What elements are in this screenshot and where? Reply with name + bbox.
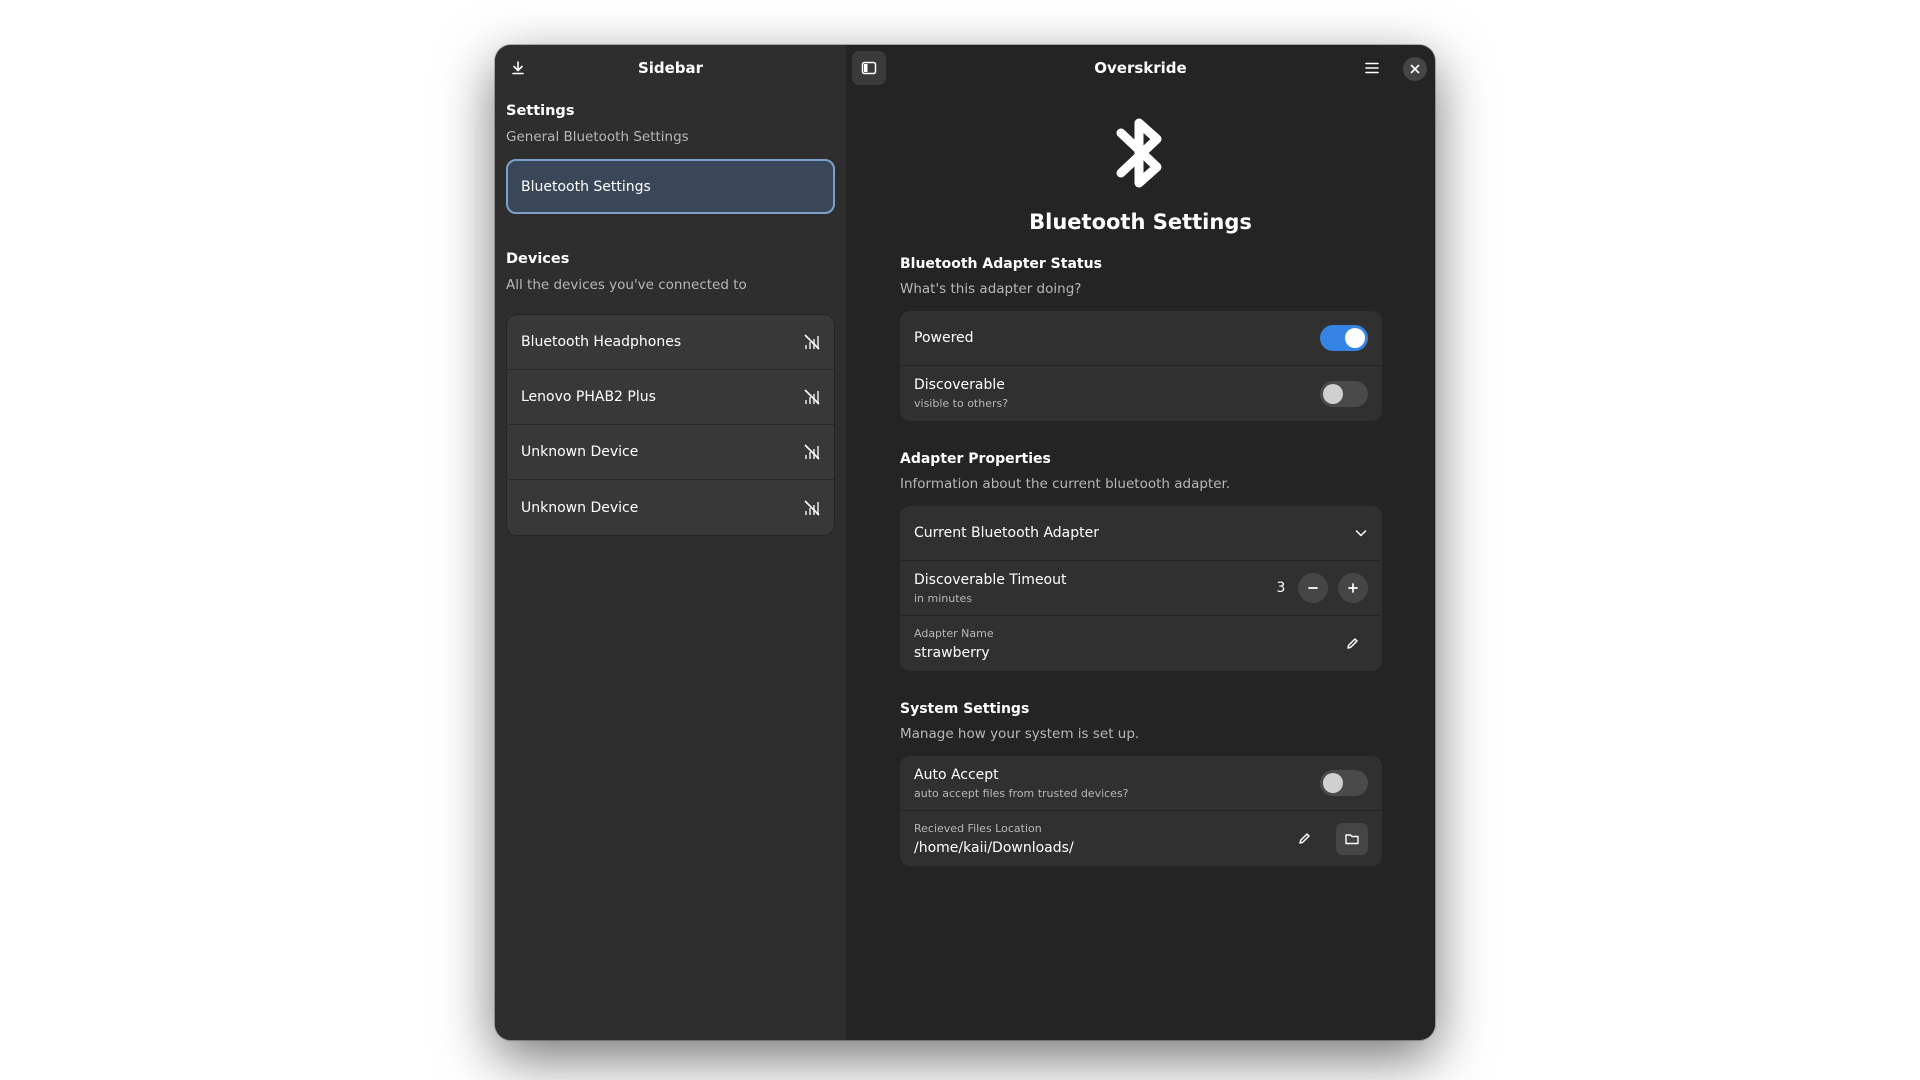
system-settings-subtitle: Manage how your system is set up. [900, 726, 1140, 742]
no-signal-icon [803, 443, 821, 461]
timeout-value[interactable]: 3 [1274, 580, 1288, 596]
download-icon [512, 61, 524, 75]
settings-section-subtitle: General Bluetooth Settings [506, 129, 689, 145]
device-name: Unknown Device [521, 499, 639, 516]
discoverable-row[interactable]: Discoverable visible to others? [900, 366, 1382, 421]
auto-accept-sublabel: auto accept files from trusted devices? [914, 786, 1129, 800]
device-name: Lenovo PHAB2 Plus [521, 389, 656, 405]
timeout-sublabel: in minutes [914, 591, 973, 605]
minus-icon [1308, 587, 1318, 589]
pencil-icon [1346, 638, 1358, 649]
sidebar-toggle-button[interactable] [852, 51, 886, 85]
received-files-value[interactable]: /home/kaii/Downloads/ [914, 840, 1074, 856]
no-signal-icon [803, 499, 821, 517]
discoverable-timeout-row: Discoverable Timeout in minutes 3 [900, 561, 1382, 616]
edit-files-location-button[interactable] [1288, 823, 1320, 855]
hero: Bluetooth Settings [846, 111, 1435, 234]
adapter-properties-subtitle: Information about the current bluetooth … [900, 476, 1231, 492]
page-title: Bluetooth Settings [1029, 210, 1252, 234]
system-settings-group: System Settings Manage how your system i… [900, 701, 1382, 866]
powered-row[interactable]: Powered [900, 311, 1382, 366]
sidebar: Sidebar Settings General Bluetooth Setti… [495, 45, 846, 1040]
content-pane: Overskride Bluetooth Settings Bluetooth … [846, 45, 1435, 1040]
adapter-name-value[interactable]: strawberry [914, 645, 994, 661]
switch-knob [1345, 328, 1365, 348]
device-list: Bluetooth Headphones Lenovo PHAB2 Plus U… [507, 315, 834, 535]
timeout-stepper: 3 [1274, 573, 1368, 603]
adapter-name-label: Adapter Name [914, 626, 994, 640]
sidebar-item-bluetooth-settings[interactable]: Bluetooth Settings [506, 159, 835, 214]
edit-adapter-name-button[interactable] [1336, 628, 1368, 660]
adapter-status-title: Bluetooth Adapter Status [900, 256, 1102, 272]
current-adapter-label: Current Bluetooth Adapter [914, 525, 1099, 541]
close-button[interactable] [1403, 57, 1427, 81]
close-icon [1410, 64, 1420, 74]
files-actions [1288, 822, 1368, 855]
discoverable-label: Discoverable [914, 377, 1005, 393]
auto-accept-row[interactable]: Auto Accept auto accept files from trust… [900, 756, 1382, 811]
download-button[interactable] [501, 51, 535, 85]
devices-section: Devices All the devices you've connected… [495, 251, 846, 293]
discoverable-switch[interactable] [1320, 380, 1368, 407]
powered-label: Powered [914, 330, 974, 346]
content-header: Overskride [846, 45, 1435, 91]
system-settings-title: System Settings [900, 701, 1030, 717]
adapter-status-card: Powered Discoverable visible to others? [900, 311, 1382, 421]
sidebar-item-label: Bluetooth Settings [521, 178, 651, 195]
decrement-button[interactable] [1298, 573, 1328, 603]
device-row[interactable]: Unknown Device [507, 480, 834, 535]
sidebar-title: Sidebar [637, 59, 704, 77]
adapter-name-row[interactable]: Adapter Name strawberry [900, 616, 1382, 671]
hamburger-menu-icon [1365, 62, 1379, 74]
received-files-row[interactable]: Recieved Files Location /home/kaii/Downl… [900, 811, 1382, 866]
device-row[interactable]: Lenovo PHAB2 Plus [507, 370, 834, 425]
adapter-status-group: Bluetooth Adapter Status What's this ada… [900, 256, 1382, 421]
no-signal-icon [803, 388, 821, 406]
settings-section-title: Settings [506, 103, 575, 119]
powered-switch[interactable] [1320, 325, 1368, 351]
current-adapter-row[interactable]: Current Bluetooth Adapter [900, 506, 1382, 561]
devices-section-subtitle: All the devices you've connected to [506, 277, 747, 293]
settings-section: Settings General Bluetooth Settings [495, 103, 846, 145]
adapter-properties-title: Adapter Properties [900, 451, 1051, 467]
auto-accept-switch[interactable] [1320, 770, 1368, 796]
auto-accept-label: Auto Accept [914, 766, 999, 783]
sidebar-header: Sidebar [495, 45, 846, 91]
bluetooth-icon [1116, 118, 1161, 188]
device-row[interactable]: Bluetooth Headphones [507, 315, 834, 370]
device-name: Bluetooth Headphones [521, 334, 682, 350]
plus-icon [1348, 583, 1358, 593]
timeout-label: Discoverable Timeout [914, 571, 1067, 588]
increment-button[interactable] [1338, 573, 1368, 603]
device-row[interactable]: Unknown Device [507, 425, 834, 480]
no-signal-icon [803, 333, 821, 351]
app-window: Sidebar Settings General Bluetooth Setti… [495, 45, 1435, 1040]
pencil-icon [1298, 833, 1310, 844]
browse-folder-button[interactable] [1336, 822, 1368, 855]
adapter-properties-card: Current Bluetooth Adapter Discoverable T… [900, 506, 1382, 671]
switch-knob [1323, 773, 1343, 793]
adapter-status-subtitle: What's this adapter doing? [900, 281, 1082, 297]
folder-icon [1345, 833, 1359, 844]
devices-section-title: Devices [506, 251, 570, 267]
sidebar-toggle-icon [861, 61, 877, 75]
system-settings-card: Auto Accept auto accept files from trust… [900, 756, 1382, 866]
received-files-label: Recieved Files Location [914, 821, 1042, 835]
chevron-down-icon [1355, 530, 1367, 537]
adapter-properties-group: Adapter Properties Information about the… [900, 451, 1382, 671]
main-menu-button[interactable] [1355, 51, 1389, 85]
discoverable-sublabel: visible to others? [914, 397, 1009, 410]
window-title: Overskride [1094, 59, 1187, 77]
device-name: Unknown Device [521, 444, 639, 460]
switch-knob [1323, 383, 1343, 404]
